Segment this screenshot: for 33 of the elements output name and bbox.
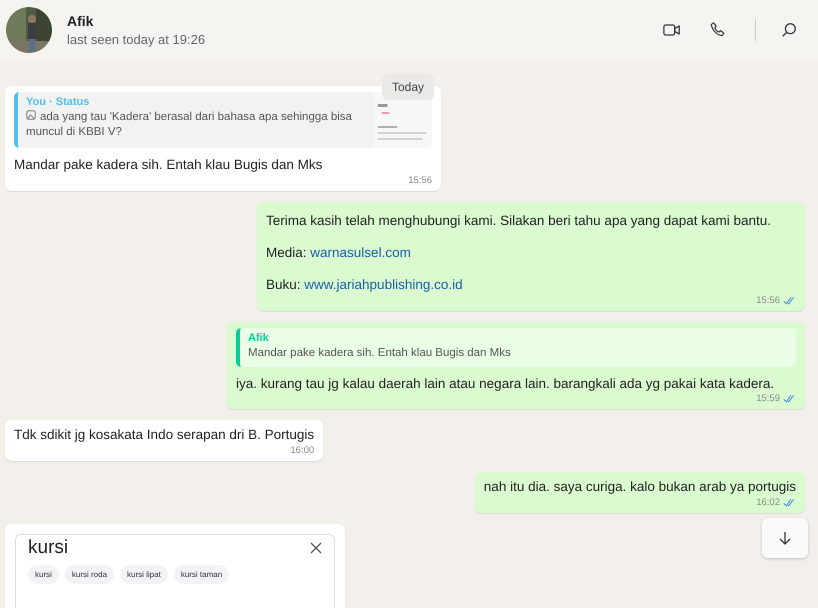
quoted-message[interactable]: Afik Mandar pake kadera sih. Entah klau Bugis dan Mks <box>236 328 796 366</box>
message-text: iya. kurang tau jg kalau daerah lain atau negara lain. barangkali ada yg pakai kata kadera. <box>236 374 776 393</box>
message-time: 16:02 <box>756 497 780 508</box>
close-icon <box>310 542 322 554</box>
quote-author: Afik <box>248 332 270 344</box>
message-time: 15:59 <box>756 393 780 404</box>
contact-name: Afik <box>67 13 94 29</box>
message-text: nah itu dia. saya curiga. kalo bukan arab ya portugis <box>484 478 796 496</box>
link[interactable]: www.jariahpublishing.co.id <box>304 276 463 292</box>
phone-icon[interactable] <box>709 21 727 39</box>
message-text: Terima kasih telah menghubungi kami. Silakan beri tahu apa yang dapat kami bantu. <box>266 212 772 230</box>
suggestion-chip: kursi taman <box>174 565 230 584</box>
suggestion-chip: kursi roda <box>64 565 114 584</box>
message-text: Mandar pake kadera sih. Entah klau Bugis dan Mks <box>14 156 324 174</box>
message-line: Buku: www.jariahpublishing.co.id <box>266 276 464 294</box>
arrow-down-icon <box>777 530 793 546</box>
suggestion-chip: kursi lipat <box>120 565 168 584</box>
search-query: kursi <box>28 537 68 560</box>
date-chip: Today <box>382 74 434 100</box>
search-icon[interactable] <box>780 21 798 39</box>
image-icon <box>26 110 36 120</box>
suggestion-chip: kursi <box>28 565 59 584</box>
message-time: 15:56 <box>408 174 432 186</box>
link[interactable]: warnasulsel.com <box>310 244 411 260</box>
avatar[interactable] <box>6 7 52 53</box>
quote-text: ada yang tau 'Kadera' berasal dari bahasa apa sehingga bisa muncul di KBBI V? <box>26 110 353 140</box>
last-seen-text: last seen today at 19:26 <box>67 32 206 47</box>
message-time: 15:56 <box>756 294 780 306</box>
quote-text: Mandar pake kadera sih. Entah klau Bugis dan Mks <box>248 346 512 360</box>
quote-author: You · Status <box>26 96 90 108</box>
message-time: 16:00 <box>290 445 314 456</box>
message-text: Tdk sdikit jg kosakata Indo serapan dri B. Portugis <box>14 426 314 444</box>
message-line: Media: warnasulsel.com <box>266 244 412 262</box>
